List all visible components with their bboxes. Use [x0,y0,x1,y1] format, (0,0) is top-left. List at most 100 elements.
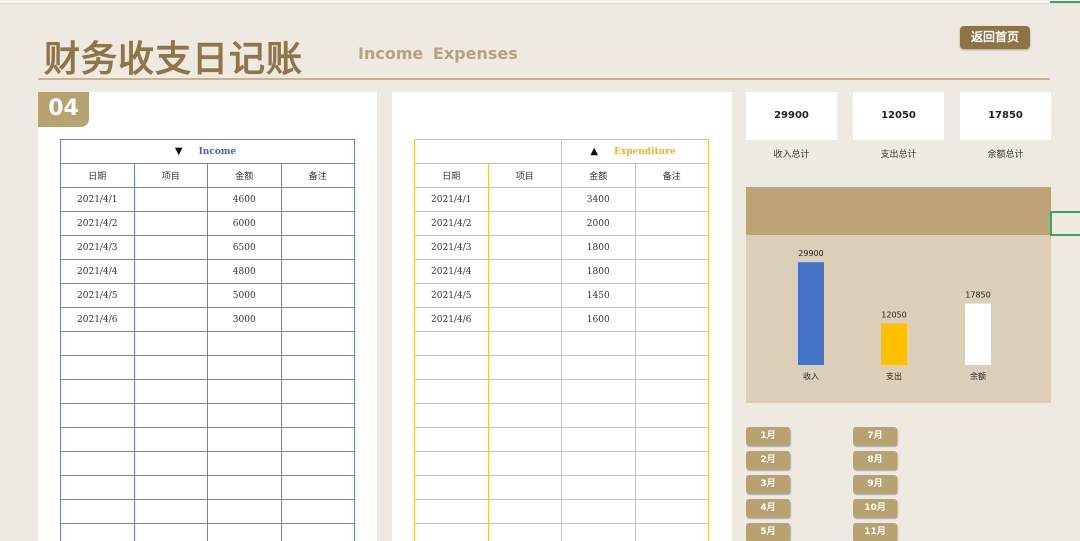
home-button[interactable]: 返回首页 [960,26,1030,49]
income-header-cell[interactable]: ▼ Income [60,139,355,164]
expense-cell[interactable] [487,355,562,380]
expense-cell[interactable] [487,523,562,541]
income-cell[interactable] [60,355,135,380]
income-cell[interactable] [60,523,135,541]
expense-cell[interactable] [634,475,709,500]
income-cell[interactable] [280,523,355,541]
expense-cell[interactable]: 1800 [561,235,636,260]
expense-cell[interactable] [487,379,562,404]
income-cell[interactable]: 3000 [207,307,282,332]
income-cell[interactable] [280,403,355,428]
expense-cell[interactable] [414,499,489,524]
month-button[interactable]: 10月 [853,499,897,518]
income-cell[interactable]: 2021/4/1 [60,187,135,212]
income-cell[interactable] [133,259,208,284]
income-cell[interactable]: 6500 [207,235,282,260]
income-cell[interactable] [133,355,208,380]
expense-cell[interactable] [634,331,709,356]
income-cell[interactable] [133,307,208,332]
expense-cell[interactable] [487,427,562,452]
income-cell[interactable] [133,211,208,236]
expense-cell[interactable] [634,235,709,260]
income-cell[interactable] [280,307,355,332]
expense-cell[interactable] [414,451,489,476]
expense-cell[interactable] [634,283,709,308]
income-cell[interactable] [133,187,208,212]
month-button[interactable]: 8月 [853,451,897,470]
expense-cell[interactable] [414,427,489,452]
month-button[interactable]: 5月 [746,523,790,541]
income-cell[interactable] [60,427,135,452]
expense-cell[interactable] [487,451,562,476]
income-cell[interactable] [280,235,355,260]
income-cell[interactable] [207,427,282,452]
expense-cell[interactable]: 3400 [561,187,636,212]
income-cell[interactable] [133,523,208,541]
expense-cell[interactable] [487,403,562,428]
income-cell[interactable] [280,355,355,380]
dropdown-arrow-icon[interactable]: ▼ [175,146,183,157]
expense-cell[interactable] [634,499,709,524]
expense-cell[interactable] [561,403,636,428]
month-button[interactable]: 1月 [746,427,790,446]
month-button[interactable]: 2月 [746,451,790,470]
expense-cell[interactable] [414,403,489,428]
income-cell[interactable] [280,283,355,308]
month-button[interactable]: 7月 [853,427,897,446]
income-cell[interactable] [280,451,355,476]
income-cell[interactable] [280,379,355,404]
expense-cell[interactable]: 1800 [561,259,636,284]
expense-cell[interactable] [634,307,709,332]
income-cell[interactable]: 2021/4/3 [60,235,135,260]
income-cell[interactable] [207,379,282,404]
income-cell[interactable] [133,499,208,524]
expense-header-blank[interactable] [414,139,562,164]
income-cell[interactable] [133,283,208,308]
income-cell[interactable] [207,451,282,476]
expense-cell[interactable] [487,499,562,524]
expense-cell[interactable]: 2021/4/2 [414,211,489,236]
expense-cell[interactable] [414,475,489,500]
expense-cell[interactable] [487,187,562,212]
expense-cell[interactable] [561,355,636,380]
expense-cell[interactable] [561,523,636,541]
expense-cell[interactable] [487,211,562,236]
income-cell[interactable] [280,187,355,212]
income-cell[interactable] [60,403,135,428]
expense-cell[interactable] [634,379,709,404]
expense-cell[interactable]: 2021/4/4 [414,259,489,284]
expense-cell[interactable] [634,187,709,212]
income-cell[interactable] [207,331,282,356]
expense-cell[interactable] [561,379,636,404]
income-cell[interactable] [60,331,135,356]
expense-cell[interactable] [414,523,489,541]
expense-cell[interactable] [414,331,489,356]
income-cell[interactable] [207,475,282,500]
income-cell[interactable] [60,475,135,500]
expense-cell[interactable]: 2021/4/1 [414,187,489,212]
income-cell[interactable] [133,403,208,428]
income-cell[interactable] [207,403,282,428]
income-cell[interactable] [60,499,135,524]
expense-cell[interactable] [634,259,709,284]
expense-cell[interactable] [414,379,489,404]
month-button[interactable]: 9月 [853,475,897,494]
income-cell[interactable] [280,499,355,524]
income-cell[interactable] [280,427,355,452]
expense-cell[interactable]: 2000 [561,211,636,236]
income-cell[interactable] [133,331,208,356]
expense-cell[interactable] [487,259,562,284]
expense-cell[interactable] [487,235,562,260]
expense-cell[interactable]: 2021/4/3 [414,235,489,260]
income-cell[interactable]: 4800 [207,259,282,284]
expense-cell[interactable] [561,331,636,356]
month-button[interactable]: 3月 [746,475,790,494]
expense-cell[interactable] [634,427,709,452]
expense-cell[interactable] [634,355,709,380]
income-cell[interactable]: 2021/4/5 [60,283,135,308]
expense-cell[interactable] [634,451,709,476]
expense-cell[interactable] [634,523,709,541]
expense-cell[interactable] [561,451,636,476]
income-cell[interactable]: 6000 [207,211,282,236]
month-button[interactable]: 4月 [746,499,790,518]
